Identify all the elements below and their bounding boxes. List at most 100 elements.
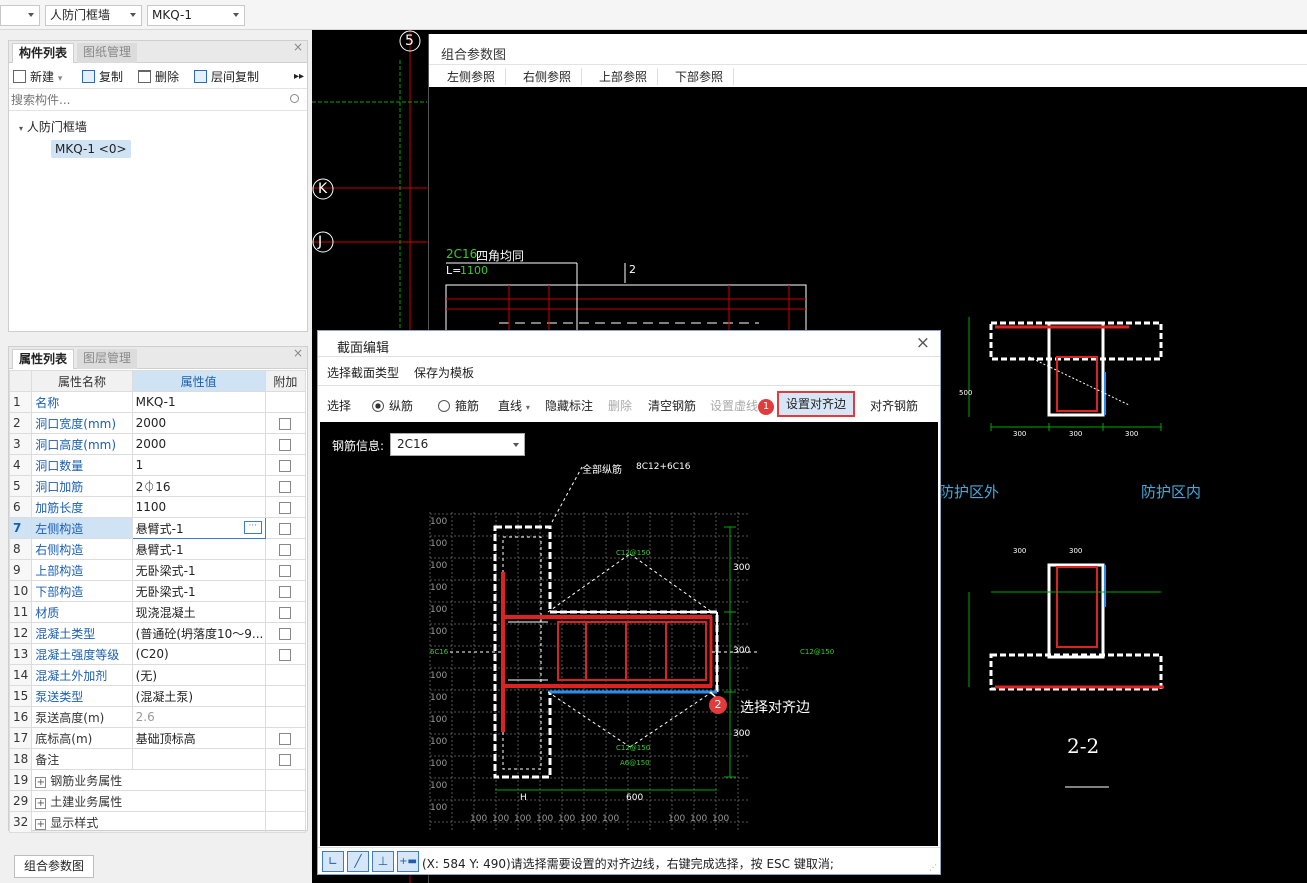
dialog-status-bar: ∟ ╱ ⊥ +▬ (X: 584 Y: 490)请选择需要设置的对齐边线，右键完…: [318, 847, 940, 874]
table-row[interactable]: 14 混凝土外加剂 (无): [8, 664, 307, 686]
extra-checkbox[interactable]: [279, 480, 292, 493]
table-row[interactable]: 1 名称 MKQ-1: [8, 391, 307, 413]
dim-label: 300: [1013, 430, 1027, 438]
table-row-group[interactable]: 19 + 钢筋业务属性: [8, 769, 307, 791]
new-button[interactable]: 新建 ▾: [13, 69, 62, 87]
tab-layer-management[interactable]: 图层管理: [77, 349, 138, 369]
tab-drawing-management[interactable]: 图纸管理: [77, 43, 138, 63]
align-rebar-button[interactable]: 对齐钢筋: [870, 398, 918, 414]
extra-checkbox[interactable]: [279, 753, 292, 766]
extra-checkbox[interactable]: [279, 459, 292, 472]
select-section-type-menu[interactable]: 选择截面类型: [327, 365, 399, 381]
header-property-name: 属性名称: [31, 370, 133, 392]
snap-offset-icon[interactable]: +▬: [397, 851, 419, 872]
extra-checkbox[interactable]: [279, 522, 292, 535]
tree-item-mkq1[interactable]: MKQ-1 <0>: [51, 140, 131, 158]
expand-plus-icon[interactable]: +: [35, 776, 47, 788]
more-icon[interactable]: ▸▸: [294, 69, 304, 85]
tree-parent[interactable]: ▾ 人防门框墙: [19, 118, 87, 135]
extra-checkbox[interactable]: [279, 564, 292, 577]
copy-button[interactable]: 复制: [82, 69, 123, 85]
select-button[interactable]: 选择: [327, 398, 351, 414]
value-editor[interactable]: 悬臂式-1: [136, 522, 184, 536]
line-dropdown[interactable]: 直线 ▾: [498, 398, 530, 416]
combo-diagram-button[interactable]: 组合参数图: [14, 855, 94, 878]
search-box[interactable]: [9, 89, 307, 111]
ellipsis-button[interactable]: ···: [243, 521, 262, 534]
property-table: 属性名称 属性值 附加 1 名称 MKQ-1 2 洞口宽度(mm) 2000 3 洞口高度…: [8, 370, 307, 833]
tab-top-ref[interactable]: 上部参照: [589, 68, 659, 85]
table-row[interactable]: 9 上部构造 无卧梁式-1: [8, 559, 307, 581]
close-icon[interactable]: ×: [916, 333, 930, 353]
extra-checkbox[interactable]: [279, 438, 292, 451]
floor-copy-button[interactable]: 层间复制: [194, 69, 259, 85]
section-canvas[interactable]: 钢筋信息: 2C16 全部纵筋 8C12+6C16 C12@150 C12@15…: [320, 422, 938, 846]
expand-icon[interactable]: ▾: [19, 124, 23, 133]
extra-checkbox[interactable]: [279, 417, 292, 430]
save-template-menu[interactable]: 保存为模板: [414, 365, 474, 381]
table-row[interactable]: 4 洞口数量 1: [8, 454, 307, 476]
extra-checkbox[interactable]: [279, 585, 292, 598]
search-icon[interactable]: [290, 94, 299, 103]
table-row-group[interactable]: 29 + 土建业务属性: [8, 790, 307, 812]
extra-checkbox[interactable]: [279, 543, 292, 556]
table-row-selected[interactable]: 7 左侧构造 悬臂式-1 ···: [8, 517, 307, 539]
delete-button[interactable]: 删除: [138, 69, 179, 85]
table-row[interactable]: 18 备注: [8, 748, 307, 770]
extra-checkbox[interactable]: [279, 732, 292, 745]
status-text: (X: 584 Y: 490)请选择需要设置的对齐边线，右键完成选择，按 ESC…: [422, 857, 834, 871]
expand-plus-icon[interactable]: +: [35, 797, 47, 809]
radio-checked-icon: [372, 400, 384, 412]
panel-close-icon[interactable]: ×: [293, 346, 303, 360]
component-type-select[interactable]: 人防门框墙: [45, 5, 142, 26]
set-align-edge-button[interactable]: 设置对齐边: [777, 391, 855, 417]
snap-perpendicular-icon[interactable]: ⊥: [372, 851, 394, 872]
panel-close-icon[interactable]: ×: [293, 40, 303, 54]
table-row[interactable]: 6 加筋长度 1100: [8, 496, 307, 518]
floor-select[interactable]: [0, 5, 40, 26]
grid-label: 100: [430, 781, 448, 791]
resize-grip-icon[interactable]: ⋰: [929, 863, 937, 872]
delete-button-disabled[interactable]: 删除: [608, 398, 632, 414]
extra-checkbox[interactable]: [279, 606, 292, 619]
snap-line-icon[interactable]: ╱: [347, 851, 369, 872]
table-row[interactable]: 5 洞口加筋 2⏀16: [8, 475, 307, 497]
table-row[interactable]: 11 材质 现浇混凝土: [8, 601, 307, 623]
expand-plus-icon[interactable]: +: [35, 818, 47, 830]
tab-right-ref[interactable]: 右侧参照: [513, 68, 583, 85]
clear-rebar-button[interactable]: 清空钢筋: [648, 398, 696, 414]
table-row[interactable]: 17 底标高(m) 基础顶标高: [8, 727, 307, 749]
extra-checkbox[interactable]: [279, 501, 292, 514]
table-row[interactable]: 2 洞口宽度(mm) 2000: [8, 412, 307, 434]
table-row[interactable]: 3 洞口高度(mm) 2000: [8, 433, 307, 455]
table-row[interactable]: 8 右侧构造 悬臂式-1: [8, 538, 307, 560]
rebar-note-text: 四角均同: [476, 249, 525, 263]
set-dashed-button[interactable]: 设置虚线: [710, 398, 758, 414]
header-extra: 附加: [264, 370, 307, 392]
grid-label: 100: [430, 803, 448, 813]
length-value: 1100: [460, 264, 488, 277]
table-row[interactable]: 13 混凝土强度等级 (C20): [8, 643, 307, 665]
radio-stirrup[interactable]: 箍筋: [438, 398, 479, 414]
tab-left-ref[interactable]: 左侧参照: [437, 68, 507, 85]
tab-component-list[interactable]: 构件列表: [12, 43, 75, 63]
snap-endpoint-icon[interactable]: ∟: [322, 851, 344, 872]
tab-property-list[interactable]: 属性列表: [12, 349, 75, 369]
table-row[interactable]: 10 下部构造 无卧梁式-1: [8, 580, 307, 602]
component-select[interactable]: MKQ-1: [147, 5, 245, 26]
extra-checkbox[interactable]: [279, 648, 292, 661]
table-row[interactable]: 12 混凝土类型 (普通砼(坍落度10～9...: [8, 622, 307, 644]
table-row[interactable]: 15 泵送类型 (混凝土泵): [8, 685, 307, 707]
extra-checkbox[interactable]: [279, 627, 292, 640]
dim-label: 300: [1125, 430, 1139, 438]
tab-bottom-ref[interactable]: 下部参照: [665, 68, 735, 85]
dim-300-top: 300: [733, 563, 751, 573]
hide-label-button[interactable]: 隐藏标注: [545, 398, 593, 414]
radio-longitudinal[interactable]: 纵筋: [372, 398, 413, 414]
search-input[interactable]: [11, 91, 281, 108]
grid-label: 100: [430, 561, 448, 571]
grid-label: 100: [430, 671, 448, 681]
table-row[interactable]: 16 泵送高度(m) 2.6: [8, 706, 307, 728]
axis-label-j: J: [318, 234, 323, 250]
table-row-group[interactable]: 32 + 显示样式: [8, 811, 307, 833]
